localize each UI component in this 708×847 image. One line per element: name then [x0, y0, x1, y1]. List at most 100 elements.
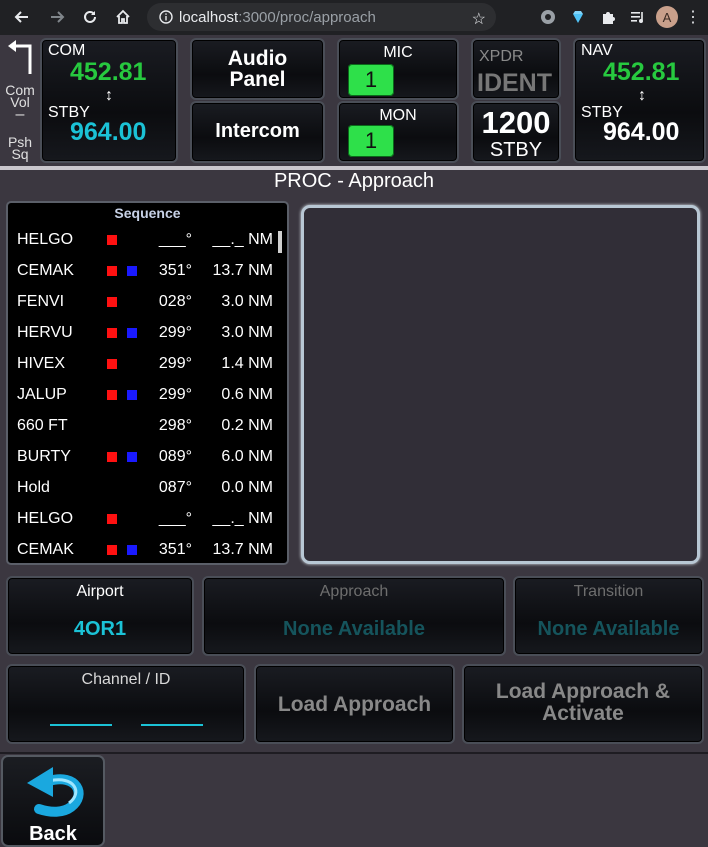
sequence-row[interactable]: HELGO ___° __._ NM — [8, 225, 287, 256]
profile-avatar[interactable]: A — [656, 6, 678, 28]
waypoint-distance: __._ NM — [212, 510, 273, 527]
waypoint-course: 299° — [158, 355, 192, 372]
xpdr-code-button[interactable]: 1200 STBY — [471, 101, 561, 163]
waypoint-distance: 6.0 NM — [221, 448, 273, 465]
approach-value: None Available — [283, 618, 425, 640]
mic-indicator: 1 — [348, 64, 394, 96]
xpdr-ident-button[interactable]: XPDR IDENT — [471, 38, 561, 100]
mic-button[interactable]: MIC 1 — [337, 38, 459, 100]
xpdr-label: XPDR — [479, 48, 524, 65]
com-vol-label[interactable]: Com Vol — [2, 83, 38, 109]
bottom-divider — [0, 752, 708, 754]
sequence-row[interactable]: HELGO ___° __._ NM — [8, 504, 287, 535]
waypoint-distance: 3.0 NM — [221, 324, 273, 341]
waypoint-course: 028° — [158, 293, 192, 310]
swap-arrows-icon[interactable]: ↕ — [638, 87, 646, 105]
sequence-row[interactable]: HIVEX 299° 1.4 NM — [8, 349, 287, 380]
waypoint-course: 298° — [158, 417, 192, 434]
red-waypoint-marker-icon — [107, 266, 117, 276]
red-waypoint-marker-icon — [107, 452, 117, 462]
waypoint-name: HERVU — [17, 324, 73, 341]
radio-bar: Com Vol – Psh Sq COM 452.81 ↕ STBY 964.0… — [0, 35, 708, 166]
return-arrow-icon[interactable] — [6, 40, 34, 74]
back-arrow-icon[interactable] — [8, 3, 36, 31]
load-activate-button[interactable]: Load Approach & Activate — [462, 664, 704, 744]
sequence-row[interactable]: HERVU 299° 3.0 NM — [8, 318, 287, 349]
sequence-row[interactable]: Hold 087° 0.0 NM — [8, 473, 287, 504]
browser-menu-icon[interactable]: ⋮ — [684, 7, 702, 27]
sequence-row[interactable]: JALUP 299° 0.6 NM — [8, 380, 287, 411]
waypoint-name: HELGO — [17, 231, 74, 248]
waypoint-name: HELGO — [17, 510, 74, 527]
approach-selector[interactable]: Approach None Available — [202, 576, 506, 656]
info-icon[interactable] — [159, 10, 173, 24]
sequence-row[interactable]: FENVI 028° 3.0 NM — [8, 287, 287, 318]
reload-icon[interactable] — [76, 3, 104, 31]
minus-label: – — [15, 106, 25, 123]
transition-selector[interactable]: Transition None Available — [513, 576, 704, 656]
media-queue-icon[interactable] — [626, 9, 650, 25]
blue-waypoint-marker-icon — [127, 390, 137, 400]
waypoint-course: 087° — [158, 479, 192, 496]
waypoint-course: 351° — [158, 262, 192, 279]
sequence-header: Sequence — [114, 205, 181, 221]
xpdr-mode: STBY — [489, 139, 543, 161]
load-approach-label: Load Approach — [277, 693, 432, 716]
extension-area: A ⋮ — [536, 3, 702, 31]
sequence-row[interactable]: BURTY 089° 6.0 NM — [8, 442, 287, 473]
intercom-label: Intercom — [215, 120, 300, 142]
audio-panel-button[interactable]: Audio Panel — [190, 38, 325, 100]
channel-id-label: Channel / ID — [81, 671, 171, 688]
channel-placeholder-dash — [50, 724, 112, 726]
com-active-frequency: 452.81 — [70, 58, 147, 86]
channel-id-input[interactable]: Channel / ID — [6, 664, 246, 744]
red-waypoint-marker-icon — [107, 545, 117, 555]
blue-waypoint-marker-icon — [127, 452, 137, 462]
airport-value: 4OR1 — [73, 618, 127, 640]
mon-button[interactable]: MON 1 — [337, 101, 459, 163]
extension-gear-icon[interactable] — [536, 9, 560, 25]
bookmark-star-icon[interactable]: ☆ — [472, 9, 486, 29]
airport-selector[interactable]: Airport 4OR1 — [6, 576, 194, 656]
red-waypoint-marker-icon — [107, 514, 117, 524]
waypoint-distance: __._ NM — [212, 231, 273, 248]
waypoint-name: CEMAK — [17, 541, 74, 558]
xpdr-code: 1200 — [481, 105, 551, 140]
home-icon[interactable] — [109, 3, 137, 31]
mon-label: MON — [379, 107, 417, 124]
nav-standby-frequency: 964.00 — [603, 118, 680, 146]
extensions-puzzle-icon[interactable] — [596, 9, 620, 25]
swap-arrows-icon[interactable]: ↕ — [105, 87, 113, 105]
sequence-list[interactable]: Sequence HELGO ___° __._ NM CEMAK 351° 13.7 N… — [6, 201, 289, 565]
waypoint-distance: 13.7 NM — [212, 262, 273, 279]
red-waypoint-marker-icon — [107, 390, 117, 400]
transition-value: None Available — [537, 618, 680, 640]
waypoint-name: 660 FT — [17, 417, 68, 434]
load-approach-button[interactable]: Load Approach — [254, 664, 455, 744]
waypoint-name: FENVI — [17, 293, 65, 310]
waypoint-name: BURTY — [17, 448, 71, 465]
com-frequency-button[interactable]: COM 452.81 ↕ STBY 964.00 — [40, 38, 178, 163]
sequence-row[interactable]: CEMAK 351° 13.7 NM — [8, 256, 287, 287]
intercom-button[interactable]: Intercom — [190, 101, 325, 163]
nav-frequency-button[interactable]: NAV 452.81 ↕ STBY 964.00 — [573, 38, 706, 163]
sequence-row[interactable]: 660 FT 298° 0.2 NM — [8, 411, 287, 442]
waypoint-course: 299° — [158, 386, 192, 403]
side-controls: Com Vol – Psh Sq — [2, 40, 38, 165]
id-placeholder-dash — [141, 724, 203, 726]
blue-waypoint-marker-icon — [127, 328, 137, 338]
red-waypoint-marker-icon — [107, 297, 117, 307]
red-waypoint-marker-icon — [107, 235, 117, 245]
waypoint-name: Hold — [17, 479, 50, 496]
approach-label: Approach — [319, 583, 389, 600]
back-button[interactable]: Back — [1, 755, 105, 847]
psh-sq-label[interactable]: Psh Sq — [2, 135, 38, 161]
address-bar[interactable]: localhost:3000/proc/approach ☆ — [147, 3, 496, 31]
approach-map-display[interactable] — [301, 205, 700, 564]
browser-toolbar: localhost:3000/proc/approach ☆ A ⋮ — [0, 0, 708, 35]
forward-arrow-icon[interactable] — [43, 3, 71, 31]
waypoint-distance: 13.7 NM — [212, 541, 273, 558]
waypoint-name: CEMAK — [17, 262, 74, 279]
extension-gem-icon[interactable] — [566, 9, 590, 25]
sequence-row[interactable]: CEMAK 351° 13.7 NM — [8, 535, 287, 566]
